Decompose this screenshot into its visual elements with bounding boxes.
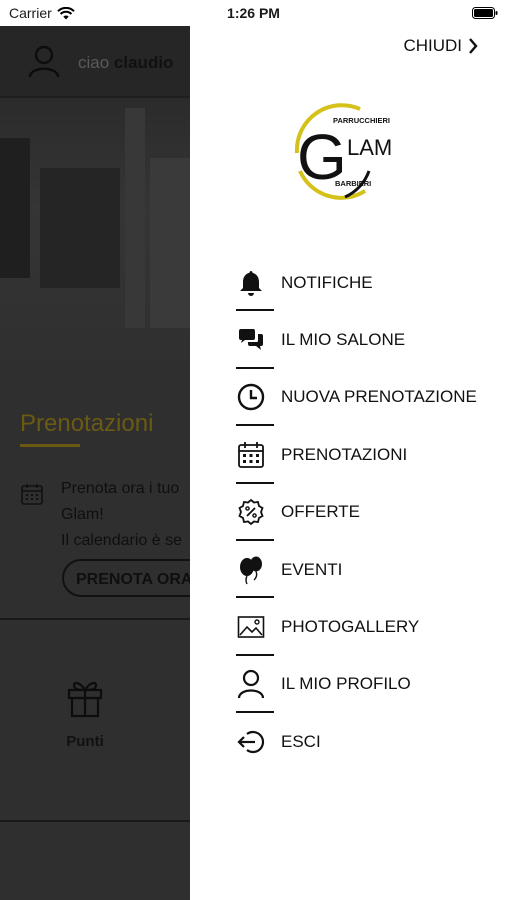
menu-item-offerte[interactable]: OFFERTE	[236, 484, 477, 541]
battery-icon	[472, 7, 498, 19]
menu-item-prenotazioni[interactable]: PRENOTAZIONI	[236, 426, 477, 484]
menu-item-il-mio-profilo[interactable]: IL MIO PROFILO	[236, 656, 477, 714]
calendar-icon	[21, 484, 43, 505]
logout-icon	[236, 727, 266, 757]
drawer-menu: NOTIFICHE IL MIO SALONE NUOVA PRENOTAZIO…	[236, 254, 477, 771]
glam-logo: PARRUCCHIERI G LAM BARBIERI	[294, 103, 392, 200]
menu-item-esci[interactable]: ESCI	[236, 713, 477, 770]
section-title: Prenotazioni	[20, 410, 154, 437]
close-label: CHIUDI	[403, 36, 462, 55]
points-label: Punti	[66, 733, 104, 750]
divider	[0, 820, 190, 822]
discount-badge-icon	[236, 497, 266, 527]
balloons-icon	[236, 555, 266, 585]
menu-label: NUOVA PRENOTAZIONE	[281, 387, 477, 407]
menu-label: PHOTOGALLERY	[281, 617, 420, 637]
points-tile[interactable]: Punti	[60, 676, 110, 750]
status-time: 1:26 PM	[227, 5, 280, 21]
description-line: Il calendario è se	[61, 532, 182, 549]
bell-icon	[236, 268, 266, 298]
description-line: Glam!	[61, 506, 104, 523]
bookings-section: Prenotazioni Prenota ora i tuo Glam! Il …	[20, 410, 190, 549]
menu-label: NOTIFICHE	[281, 272, 373, 292]
image-icon	[236, 612, 266, 642]
greeting: ciao claudio	[78, 53, 173, 73]
clock-icon	[236, 382, 266, 412]
close-drawer-button[interactable]: CHIUDI	[403, 36, 478, 56]
description-line: Prenota ora i tuo	[61, 480, 180, 497]
app-header: ciao claudio	[0, 26, 190, 98]
menu-item-nuova-prenotazione[interactable]: NUOVA PRENOTAZIONE	[236, 369, 477, 427]
status-bar: Carrier 1:26 PM	[0, 0, 507, 26]
menu-item-photogallery[interactable]: PHOTOGALLERY	[236, 598, 477, 656]
salon-photo	[0, 98, 190, 373]
calendar-icon	[236, 440, 266, 470]
menu-label: IL MIO SALONE	[281, 330, 406, 350]
chevron-right-icon	[469, 38, 478, 54]
menu-label: EVENTI	[281, 559, 343, 579]
user-name: claudio	[113, 53, 174, 72]
section-description: Prenota ora i tuo Glam! Il calendario è …	[61, 476, 182, 554]
divider	[0, 618, 190, 620]
menu-item-notifiche[interactable]: NOTIFICHE	[236, 254, 477, 312]
menu-label: PRENOTAZIONI	[281, 444, 408, 464]
menu-label: IL MIO PROFILO	[281, 674, 411, 694]
side-drawer: CHIUDI PARRUCCHIERI G LAM BARBIERI NOTIF…	[190, 26, 507, 900]
menu-item-il-mio-salone[interactable]: IL MIO SALONE	[236, 311, 477, 369]
gift-icon	[67, 681, 103, 718]
background-app-overlay[interactable]: ciao claudio Prenotazioni Prenota ora i …	[0, 26, 190, 900]
greeting-prefix: ciao	[78, 53, 110, 72]
logo-bottom-text: BARBIERI	[335, 179, 371, 188]
logo-brand: LAM	[347, 135, 392, 160]
user-icon[interactable]	[27, 44, 61, 78]
user-icon	[236, 669, 266, 699]
section-underline	[20, 444, 80, 447]
menu-item-eventi[interactable]: EVENTI	[236, 541, 477, 599]
menu-label: ESCI	[281, 731, 321, 751]
menu-label: OFFERTE	[281, 502, 361, 522]
chat-bubbles-icon	[236, 325, 266, 355]
book-now-button[interactable]: PRENOTA ORA	[62, 559, 190, 597]
